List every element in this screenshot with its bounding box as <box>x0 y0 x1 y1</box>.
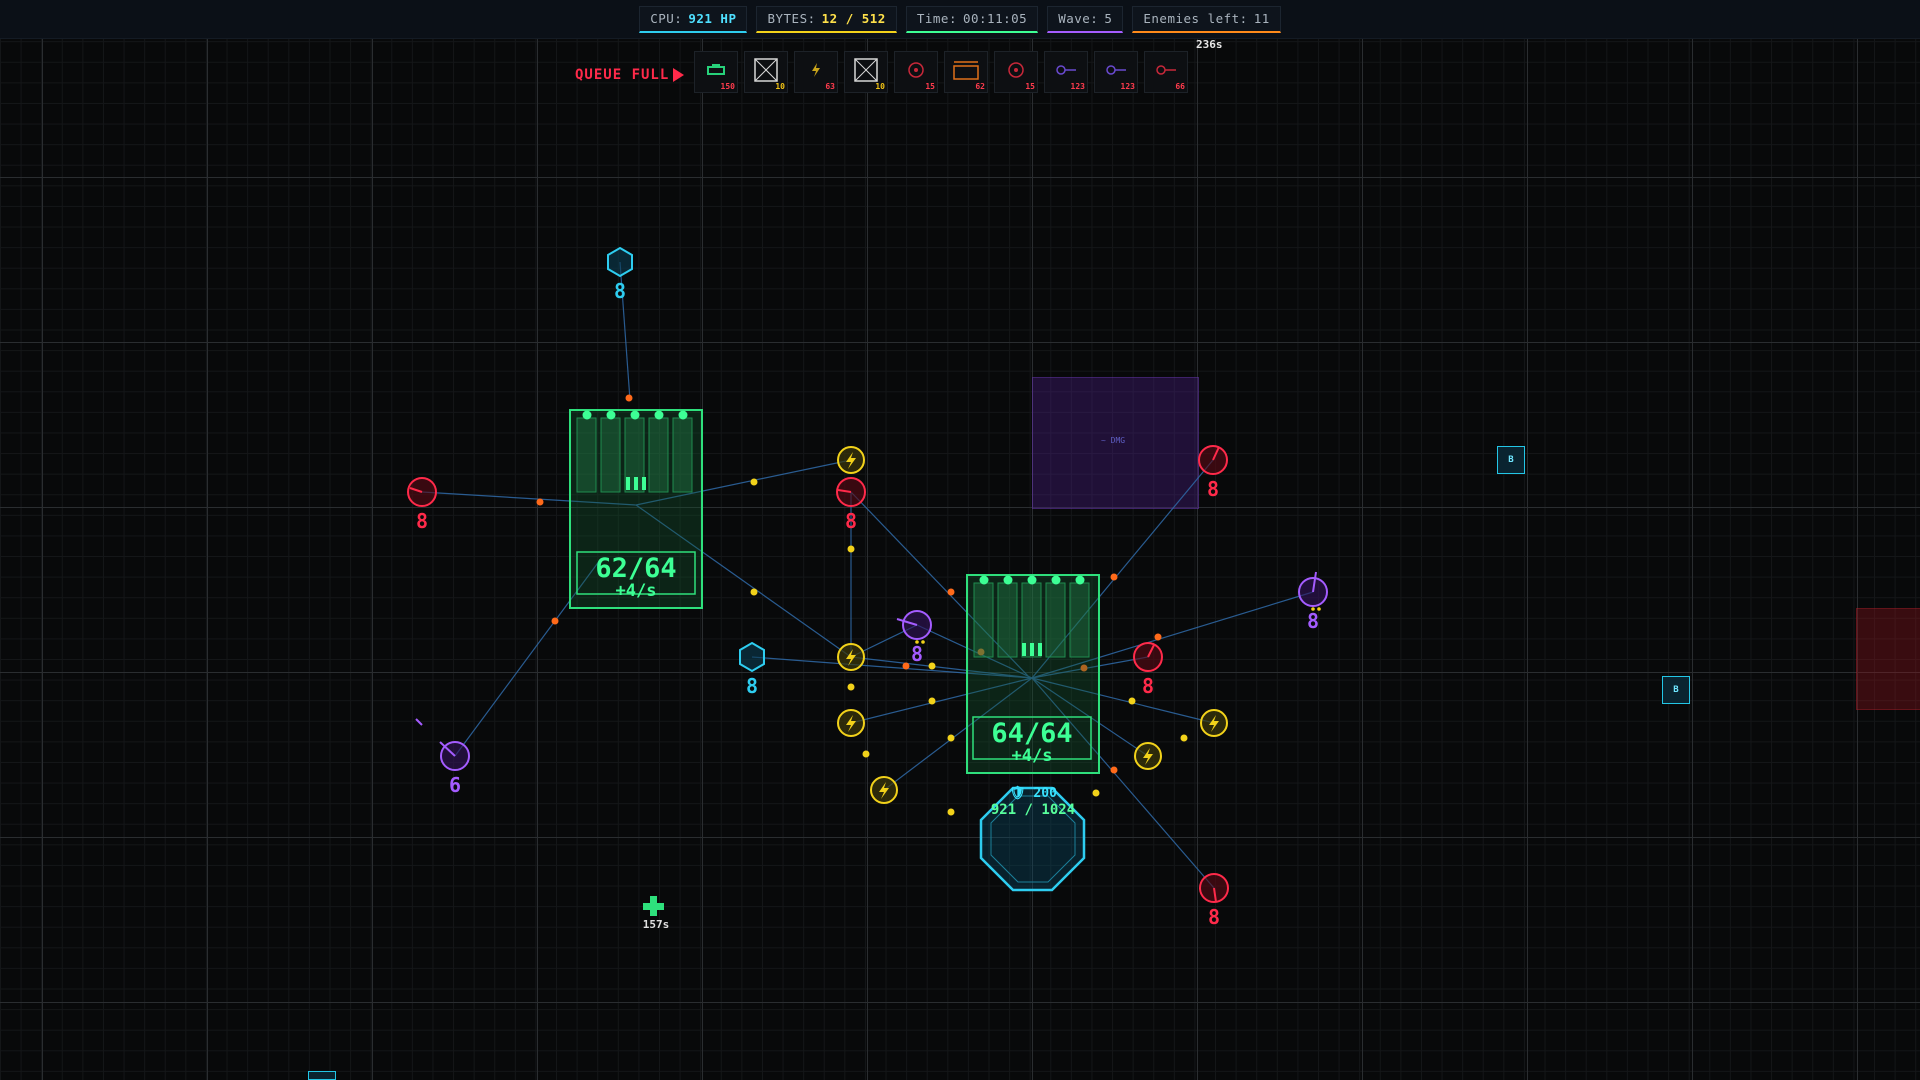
cpu-core-label[interactable]: 🛡 200 921 / 1024 <box>980 786 1086 818</box>
enemies-stat: Enemies left: 11 <box>1132 5 1281 33</box>
memory-bank-rate: +4/s <box>615 581 657 601</box>
queue-slot[interactable]: 15 <box>994 51 1038 93</box>
data-packet <box>625 394 633 402</box>
unit-count: 8 <box>1141 674 1155 698</box>
data-packet <box>1128 697 1136 705</box>
queue-slot[interactable]: 123 <box>1044 51 1088 93</box>
queue-slot[interactable]: 63 <box>794 51 838 93</box>
data-packet <box>947 808 955 816</box>
memory-bank-value: 64/64 <box>991 718 1073 749</box>
queue-slot[interactable]: 62 <box>944 51 988 93</box>
game-map <box>407 246 1328 916</box>
data-packet <box>1110 573 1118 581</box>
powerup-timer: 157s <box>642 918 670 931</box>
unit-count: 8 <box>1306 609 1320 633</box>
queue-slot[interactable]: 123 <box>1094 51 1138 93</box>
bytes-stat: BYTES: 12 / 512 <box>756 5 897 33</box>
health-cross-icon <box>643 896 664 916</box>
data-packet <box>1110 766 1118 774</box>
memory-bank-rate: +4/s <box>1011 746 1053 766</box>
unit-count: 8 <box>613 279 627 303</box>
build-queue: 150 10 63 10 15 62 15 123 123 66 <box>694 51 1188 93</box>
queue-slot[interactable]: 10 <box>744 51 788 93</box>
cpu-hp: 921 / 1024 <box>990 802 1076 818</box>
data-packet <box>928 662 936 670</box>
queue-slot[interactable]: 150 <box>694 51 738 93</box>
unit-count: 8 <box>844 509 858 533</box>
unit-count: 8 <box>1207 905 1221 929</box>
unit-count: 6 <box>448 773 462 797</box>
unit-count: 8 <box>415 509 429 533</box>
queue-timer: 236s <box>1196 38 1223 51</box>
red-enemies <box>407 445 1229 903</box>
byte-pickup-edge[interactable] <box>308 1071 336 1080</box>
key-icon <box>1056 65 1076 75</box>
lightning-icon <box>812 63 820 77</box>
frame-icon <box>953 61 979 80</box>
byte-pickup[interactable]: B <box>1662 676 1690 704</box>
data-packet <box>947 588 955 596</box>
queue-slot[interactable]: 15 <box>894 51 938 93</box>
tank-icon <box>707 64 725 75</box>
data-packet <box>1092 789 1100 797</box>
data-packet <box>862 750 870 758</box>
target-icon <box>1008 62 1024 78</box>
queue-slot[interactable]: 66 <box>1144 51 1188 93</box>
unit-count: 8 <box>910 642 924 666</box>
data-packet <box>750 588 758 596</box>
memory-bank-1-label[interactable]: 62/64 +4/s <box>577 553 695 601</box>
crossbox-icon <box>854 58 878 82</box>
time-stat: Time: 00:11:05 <box>905 5 1039 33</box>
data-packet <box>536 498 544 506</box>
data-packet <box>847 545 855 553</box>
byte-pickup[interactable]: B <box>1497 446 1525 474</box>
data-packet <box>1180 734 1188 742</box>
play-arrow-icon[interactable] <box>673 68 684 82</box>
memory-bank-2-label[interactable]: 64/64 +4/s <box>973 718 1091 766</box>
target-icon <box>908 62 924 78</box>
wave-stat: Wave: 5 <box>1047 5 1124 33</box>
hud-bar: CPU: 921 HP BYTES: 12 / 512 Time: 00:11:05 … <box>0 0 1920 39</box>
cpu-shield: 🛡 200 <box>1009 786 1057 801</box>
key-red-icon <box>1156 65 1176 75</box>
data-packet <box>928 697 936 705</box>
unit-count: 8 <box>745 674 759 698</box>
queue-slot[interactable]: 10 <box>844 51 888 93</box>
key-icon <box>1106 65 1126 75</box>
data-packet <box>902 662 910 670</box>
data-packet <box>750 478 758 486</box>
crossbox-icon <box>754 58 778 82</box>
data-packet <box>847 683 855 691</box>
unit-count: 8 <box>1206 477 1220 501</box>
data-packet <box>551 617 559 625</box>
data-packet <box>947 734 955 742</box>
memory-bank-value: 62/64 <box>595 553 677 584</box>
queue-status: QUEUE FULL <box>575 67 670 83</box>
data-packet <box>1154 633 1162 641</box>
cpu-stat: CPU: 921 HP <box>639 5 748 33</box>
